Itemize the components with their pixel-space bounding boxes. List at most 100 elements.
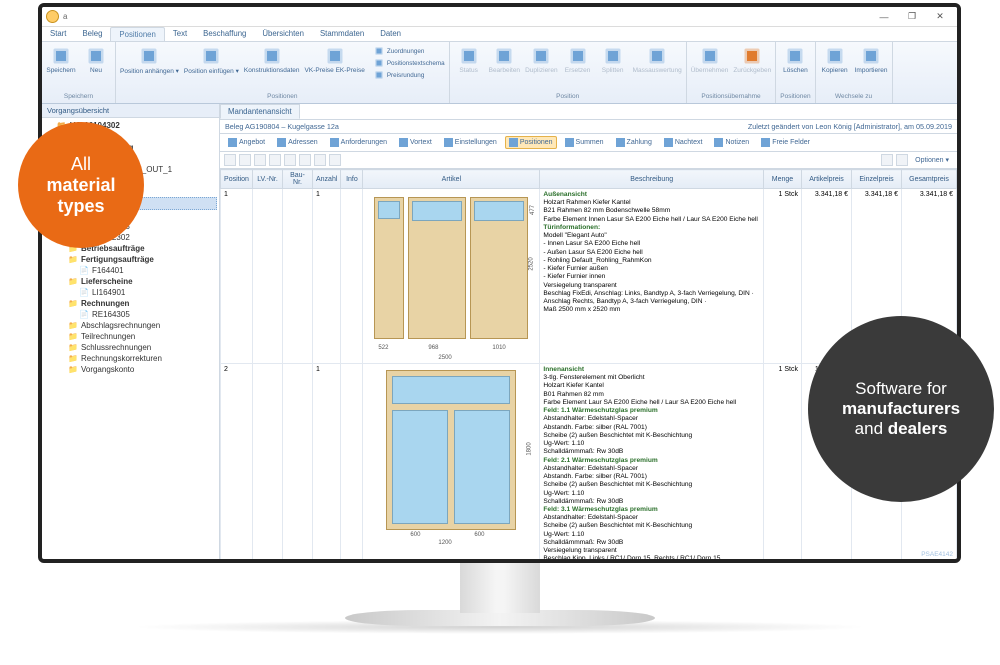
mini-btn[interactable] <box>896 154 908 166</box>
vk-preise-icon <box>325 46 345 66</box>
tree-item[interactable]: Teilrechnungen <box>68 331 217 342</box>
status-icon <box>459 46 479 66</box>
main-area: Mandantenansicht Beleg AG190804 – Kugelg… <box>220 104 957 559</box>
ribbon-group-label: Speichern <box>64 92 93 101</box>
pos-einfugen-icon <box>201 46 221 66</box>
ribbon-preisrundung[interactable]: Preisrundung <box>374 70 445 81</box>
ribbon-group-label: Position <box>556 92 579 101</box>
footer-code: PSAE4142 <box>921 551 953 558</box>
section-notizen[interactable]: Notizen <box>710 136 753 149</box>
col-header[interactable]: Beschreibung <box>540 170 764 189</box>
tree-item[interactable]: Fertigungsaufträge <box>68 254 217 265</box>
section-angebot[interactable]: Angebot <box>224 136 269 149</box>
ribbon-loeschen[interactable]: Löschen <box>780 46 810 74</box>
col-header[interactable]: Gesamtpreis <box>902 170 957 189</box>
col-header[interactable]: Artikelpreis <box>802 170 852 189</box>
callout-material-types: All material types <box>18 122 144 248</box>
splitten-icon <box>603 46 623 66</box>
section-anforderungen[interactable]: Anforderungen <box>326 136 391 149</box>
ribbon-status[interactable]: Status <box>454 46 484 74</box>
section-freie-felder[interactable]: Freie Felder <box>757 136 814 149</box>
neu-icon <box>86 46 106 66</box>
col-header[interactable]: LV.-Nr. <box>253 170 283 189</box>
ribbon-pos-anhangen[interactable]: Position anhängen ▾ <box>120 46 179 75</box>
ribbon-zuordnungen[interactable]: Zuordnungen <box>374 46 445 57</box>
ribbon-pos-einfugen[interactable]: Position einfügen ▾ <box>184 46 239 75</box>
menu-tab-beleg[interactable]: Beleg <box>74 27 110 41</box>
window-minimize[interactable]: — <box>871 9 897 25</box>
menu-tab-übersichten[interactable]: Übersichten <box>254 27 312 41</box>
section-nachtext[interactable]: Nachtext <box>660 136 707 149</box>
tree-item[interactable]: LI164901 <box>79 287 217 298</box>
section-vortext[interactable]: Vortext <box>395 136 436 149</box>
ribbon-ubernehmen[interactable]: Übernehmen <box>691 46 729 74</box>
tree-item[interactable]: Schlussrechnungen <box>68 342 217 353</box>
menu-tab-stammdaten[interactable]: Stammdaten <box>312 27 372 41</box>
ribbon-splitten[interactable]: Splitten <box>598 46 628 74</box>
col-header[interactable]: Info <box>341 170 363 189</box>
col-header[interactable]: Anzahl <box>313 170 341 189</box>
titlebar: a — ❐ ✕ <box>42 7 957 27</box>
importieren-icon <box>861 46 881 66</box>
ribbon-massaus[interactable]: Massauswertung <box>633 46 682 74</box>
mini-btn[interactable] <box>239 154 251 166</box>
tree-item[interactable]: Lieferscheine <box>68 276 217 287</box>
menu-tab-start[interactable]: Start <box>42 27 74 41</box>
ribbon-konstruktion[interactable]: Konstruktionsdaten <box>244 46 300 74</box>
doc-lastchanged: Zuletzt geändert von Leon König [Adminis… <box>748 122 952 131</box>
window-close[interactable]: ✕ <box>927 9 953 25</box>
tree-item[interactable]: F164401 <box>79 265 217 276</box>
doc-icon <box>228 138 237 147</box>
menu-tab-positionen[interactable]: Positionen <box>110 27 164 41</box>
mini-btn[interactable] <box>224 154 236 166</box>
options-button[interactable]: Optionen ▾ <box>911 156 953 164</box>
mini-btn[interactable] <box>284 154 296 166</box>
monitor-screen: a — ❐ ✕ StartBelegPositionenTextBeschaff… <box>38 3 961 563</box>
tree-item[interactable]: Vorgangskonto <box>68 364 217 375</box>
ribbon-vk-preise[interactable]: VK-Preise EK-Preise <box>305 46 365 74</box>
ribbon-duplizieren[interactable]: Duplizieren <box>525 46 558 74</box>
pos-anhangen-icon <box>139 46 159 66</box>
menu-tab-text[interactable]: Text <box>165 27 195 41</box>
col-header[interactable]: Position <box>221 170 253 189</box>
grid-icon <box>509 138 518 147</box>
tree-item[interactable]: Rechnungen <box>68 298 217 309</box>
ribbon-zuruckgeben[interactable]: Zurückgeben <box>733 46 771 74</box>
mini-btn[interactable] <box>314 154 326 166</box>
preisrundung-icon <box>374 70 384 80</box>
section-summen[interactable]: Summen <box>561 136 608 149</box>
section-zahlung[interactable]: Zahlung <box>612 136 656 149</box>
ribbon-ersetzen[interactable]: Ersetzen <box>563 46 593 74</box>
section-einstellungen[interactable]: Einstellungen <box>440 136 501 149</box>
tree-item[interactable]: RE164305 <box>79 309 217 320</box>
mini-btn[interactable] <box>254 154 266 166</box>
menu-tab-daten[interactable]: Daten <box>372 27 409 41</box>
col-header[interactable]: Bau-Nr. <box>283 170 313 189</box>
tree-item[interactable]: Abschlagsrechnungen <box>68 320 217 331</box>
col-header[interactable]: Menge <box>764 170 802 189</box>
app-icon <box>46 10 59 23</box>
ribbon-importieren[interactable]: Importieren <box>855 46 888 74</box>
ribbon-speichern[interactable]: Speichern <box>46 46 76 74</box>
list-icon <box>330 138 339 147</box>
tree-item[interactable]: Rechnungskorrekturen <box>68 353 217 364</box>
callout-manufacturers-dealers: Software for manufacturers and dealers <box>808 316 994 502</box>
ribbon-bearbeiten[interactable]: Bearbeiten <box>489 46 520 74</box>
mini-btn[interactable] <box>329 154 341 166</box>
fields-icon <box>761 138 770 147</box>
mini-btn[interactable] <box>269 154 281 166</box>
ribbon-kopieren[interactable]: Kopieren <box>820 46 850 74</box>
section-positionen[interactable]: Positionen <box>505 136 557 149</box>
mini-btn[interactable] <box>881 154 893 166</box>
doc-tab[interactable]: Mandantenansicht <box>220 104 300 119</box>
window-maximize[interactable]: ❐ <box>899 9 925 25</box>
ribbon-neu[interactable]: Neu <box>81 46 111 74</box>
menu-tab-beschaffung[interactable]: Beschaffung <box>195 27 254 41</box>
massaus-icon <box>647 46 667 66</box>
ribbon-posschema[interactable]: Positionstextschema <box>374 58 445 69</box>
mini-btn[interactable] <box>299 154 311 166</box>
col-header[interactable]: Einzelpreis <box>852 170 902 189</box>
mini-toolbar <box>224 154 341 166</box>
section-adressen[interactable]: Adressen <box>273 136 322 149</box>
col-header[interactable]: Artikel <box>363 170 540 189</box>
